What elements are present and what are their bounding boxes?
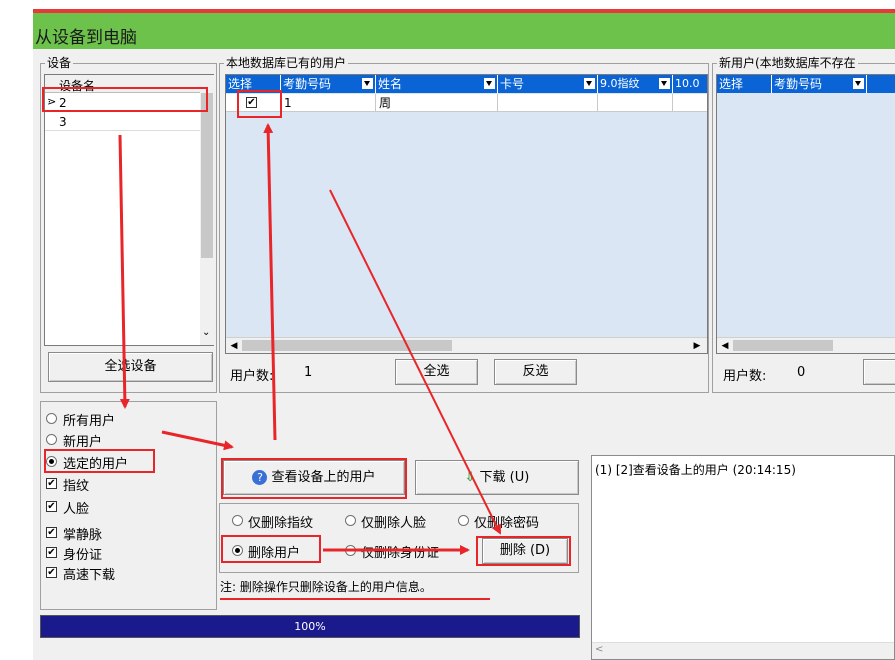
device-group: 设备 设备名 ⋗ 2 3 ⌄ 全选设备: [40, 56, 217, 393]
new-users-title: 新用户(本地数据库不存在: [717, 56, 858, 70]
log-hscroll[interactable]: <: [592, 642, 894, 659]
dropdown-icon[interactable]: [362, 78, 373, 89]
radio-delete-face-label[interactable]: 仅删除人脸: [361, 512, 426, 531]
local-user-count: 1: [304, 365, 313, 380]
radio-delete-id-card[interactable]: [345, 545, 356, 556]
annotation-box-delete-button: [476, 536, 571, 566]
scroll-left-icon[interactable]: <: [595, 644, 603, 655]
col-fp10[interactable]: 10.0: [673, 75, 707, 93]
new-user-count-label: 用户数:: [723, 369, 767, 384]
local-user-count-label: 用户数:: [230, 369, 274, 384]
radio-new-users[interactable]: [46, 434, 57, 445]
device-row-3[interactable]: 3: [45, 113, 200, 131]
window-title: 从设备到电脑: [35, 28, 137, 48]
device-list: 设备名 ⋗ 2 3 ⌄: [44, 74, 214, 346]
annotation-box-view-button: [221, 458, 407, 499]
dropdown-icon[interactable]: [853, 78, 864, 89]
col-name[interactable]: [867, 75, 895, 93]
scroll-left-icon[interactable]: ◀: [226, 338, 242, 353]
new-users-group: 新用户(本地数据库不存在 选择 考勤号码 ◀ 用户数: 0: [712, 56, 895, 393]
scroll-thumb[interactable]: [201, 93, 213, 258]
log-entry: (1) [2]查看设备上的用户 (20:14:15): [595, 463, 796, 477]
checkbox-fast-download[interactable]: ✔: [46, 567, 57, 578]
checkbox-face[interactable]: ✔: [46, 501, 57, 512]
checkbox-fast-download-label[interactable]: 高速下载: [63, 564, 115, 583]
radio-delete-fingerprint-label[interactable]: 仅删除指纹: [248, 512, 313, 531]
annotation-underline: [220, 598, 490, 600]
col-fp9[interactable]: 9.0指纹: [598, 75, 673, 93]
radio-new-users-label[interactable]: 新用户: [63, 431, 102, 450]
local-users-header: 选择 考勤号码 姓名 卡号 9.0指纹 10.0: [226, 75, 707, 93]
download-button[interactable]: ⇩ 下载 (U): [415, 460, 579, 495]
dropdown-icon[interactable]: [659, 78, 670, 89]
scroll-thumb[interactable]: [242, 340, 452, 351]
device-list-vscroll[interactable]: ⌄: [200, 75, 214, 345]
checkbox-id-card[interactable]: ✔: [46, 547, 57, 558]
local-users-hscroll[interactable]: ◀ ▶: [226, 337, 707, 353]
checkbox-palm-vein[interactable]: ✔: [46, 527, 57, 538]
new-users-select-button[interactable]: [863, 359, 895, 385]
local-users-group: 本地数据库已有的用户 选择 考勤号码 姓名 卡号 9.0指纹 10.0 ✔ 1 …: [219, 56, 709, 393]
annotation-box-delete-user: [221, 535, 321, 563]
annotation-box-checkbox: [237, 90, 282, 118]
scroll-thumb[interactable]: [733, 340, 833, 351]
radio-delete-face[interactable]: [345, 515, 356, 526]
row-id: 1: [281, 94, 376, 112]
device-group-title: 设备: [45, 56, 74, 70]
progress-bar: 100%: [40, 615, 580, 638]
local-users-title: 本地数据库已有的用户: [224, 56, 349, 70]
col-id[interactable]: 考勤号码: [772, 75, 867, 93]
radio-all-users-label[interactable]: 所有用户: [63, 410, 115, 429]
checkbox-face-label[interactable]: 人脸: [63, 498, 89, 517]
select-all-button[interactable]: 全选: [395, 359, 478, 385]
radio-delete-id-card-label[interactable]: 仅删除身份证: [361, 542, 439, 561]
log-panel: (1) [2]查看设备上的用户 (20:14:15) <: [591, 455, 895, 660]
radio-delete-password[interactable]: [458, 515, 469, 526]
col-name[interactable]: 姓名: [376, 75, 498, 93]
col-select[interactable]: 选择: [717, 75, 772, 93]
download-arrow-icon: ⇩: [464, 470, 476, 485]
delete-note: 注: 删除操作只删除设备上的用户信息。: [220, 580, 432, 594]
checkbox-palm-vein-label[interactable]: 掌静脉: [63, 524, 102, 543]
invert-selection-button[interactable]: 反选: [494, 359, 577, 385]
scroll-right-icon[interactable]: ▶: [689, 338, 705, 353]
radio-all-users[interactable]: [46, 413, 57, 424]
row-name: 周: [376, 94, 498, 112]
select-all-devices-button[interactable]: 全选设备: [48, 352, 213, 382]
checkbox-fingerprint[interactable]: ✔: [46, 478, 57, 489]
annotation-box-device: [42, 87, 208, 112]
progress-label: 100%: [294, 620, 326, 633]
scroll-left-icon[interactable]: ◀: [717, 338, 733, 353]
checkbox-fingerprint-label[interactable]: 指纹: [63, 475, 89, 494]
annotation-box-selected-users: [44, 449, 155, 473]
new-users-hscroll[interactable]: ◀: [717, 337, 895, 353]
col-card[interactable]: 卡号: [498, 75, 598, 93]
new-user-count: 0: [797, 365, 806, 380]
dropdown-icon[interactable]: [584, 78, 595, 89]
options-panel: 所有用户 新用户 选定的用户 ✔ 指纹 ✔ 人脸 ✔ 掌静脉 ✔ 身份证 ✔ 高…: [40, 401, 217, 610]
chevron-down-icon[interactable]: ⌄: [202, 327, 210, 338]
radio-delete-password-label[interactable]: 仅删除密码: [474, 512, 539, 531]
dropdown-icon[interactable]: [484, 78, 495, 89]
local-users-grid: 选择 考勤号码 姓名 卡号 9.0指纹 10.0 ✔ 1 周 ◀ ▶: [225, 74, 708, 354]
col-id[interactable]: 考勤号码: [281, 75, 376, 93]
title-bar: 从设备到电脑: [33, 9, 895, 49]
new-users-grid: 选择 考勤号码 ◀: [716, 74, 895, 354]
device-name: 3: [59, 115, 67, 129]
table-row[interactable]: ✔ 1 周: [226, 94, 707, 112]
checkbox-id-card-label[interactable]: 身份证: [63, 544, 102, 563]
row-fp9: [598, 94, 673, 112]
row-card: [498, 94, 598, 112]
radio-delete-fingerprint[interactable]: [232, 515, 243, 526]
new-users-header: 选择 考勤号码: [717, 75, 895, 93]
